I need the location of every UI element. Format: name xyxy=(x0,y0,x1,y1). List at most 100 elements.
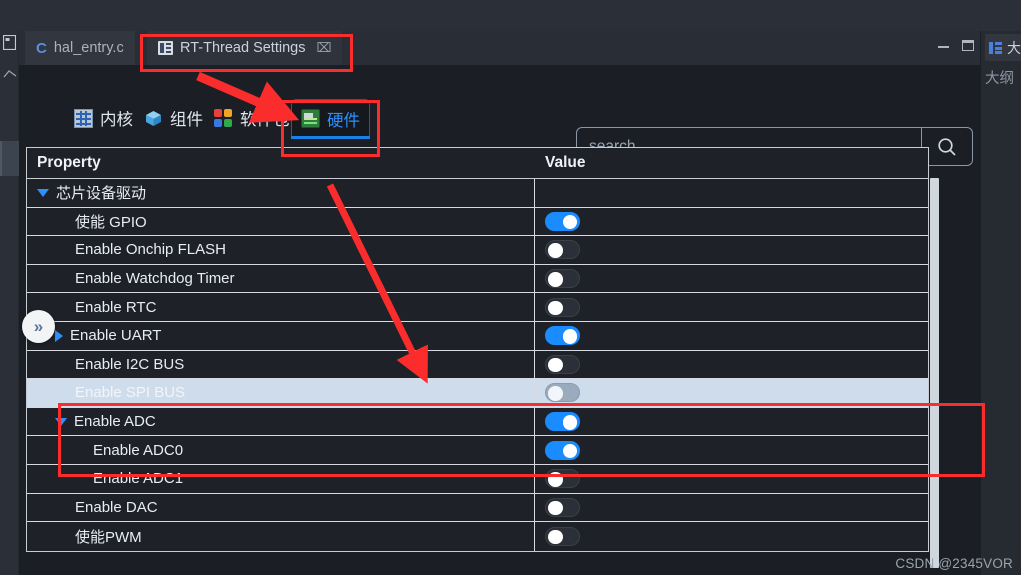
toggle-switch[interactable] xyxy=(545,441,580,460)
toggle-switch[interactable] xyxy=(545,269,580,288)
table-row[interactable]: Enable SPI BUS xyxy=(27,379,928,408)
outline-section-label: 大纲 xyxy=(985,67,1014,88)
value-cell xyxy=(535,379,928,407)
toolbar-tab-label: 内核 xyxy=(100,106,133,130)
table-row[interactable]: Enable ADC0 xyxy=(27,436,928,465)
column-header-value: Value xyxy=(535,154,928,172)
c-file-icon: C xyxy=(36,40,47,57)
property-label: Enable ADC1 xyxy=(93,470,183,487)
property-cell: Enable UART xyxy=(27,322,535,350)
value-cell xyxy=(535,494,928,522)
table-row[interactable]: 使能PWM xyxy=(27,522,928,551)
tab-label: hal_entry.c xyxy=(54,40,124,56)
table-row[interactable]: Enable UART xyxy=(27,322,928,351)
chevron-right-icon[interactable] xyxy=(55,330,63,342)
toggle-knob xyxy=(548,301,563,316)
table-row[interactable]: Enable DAC xyxy=(27,494,928,523)
property-label: Enable ADC xyxy=(74,413,156,430)
property-label: Enable Watchdog Timer xyxy=(75,270,235,287)
app-window: C hal_entry.c RT-Thread Settings ⌧ 大 大纲 … xyxy=(0,0,1021,575)
outline-tab[interactable]: 大 xyxy=(985,34,1021,61)
property-label: Enable ADC0 xyxy=(93,442,183,459)
chevron-down-icon[interactable] xyxy=(55,418,67,426)
property-cell: 芯片设备驱动 xyxy=(27,179,535,207)
project-explorer-icon[interactable] xyxy=(2,33,17,51)
toggle-switch[interactable] xyxy=(545,498,580,517)
expand-panel-button[interactable]: » xyxy=(22,310,55,343)
hardware-board-icon xyxy=(301,109,320,128)
property-label: Enable UART xyxy=(70,327,161,344)
toggle-switch[interactable] xyxy=(545,412,580,431)
close-icon[interactable]: ⌧ xyxy=(316,40,331,56)
toggle-knob xyxy=(548,530,563,545)
value-cell xyxy=(535,522,928,551)
rail-chevron-icon[interactable] xyxy=(3,67,17,79)
toggle-switch[interactable] xyxy=(545,527,580,546)
outline-tab-label: 大 xyxy=(1007,38,1021,58)
table-row[interactable]: 芯片设备驱动 xyxy=(27,179,928,208)
rt-thread-settings-editor: 内核 组件 软件包 硬件 xyxy=(19,65,980,575)
toggle-knob xyxy=(548,272,563,287)
minimize-button[interactable] xyxy=(938,40,951,51)
toggle-switch[interactable] xyxy=(545,326,580,345)
table-row[interactable]: Enable ADC xyxy=(27,408,928,437)
toggle-switch[interactable] xyxy=(545,355,580,374)
toggle-knob xyxy=(548,243,563,258)
table-body: 芯片设备驱动使能 GPIO Enable Onchip FLASH Enable W… xyxy=(27,179,928,551)
toggle-switch[interactable] xyxy=(545,298,580,317)
property-cell: Enable DAC xyxy=(27,494,535,522)
value-cell xyxy=(535,208,928,236)
property-label: Enable RTC xyxy=(75,299,156,316)
outline-panel: 大 大纲 xyxy=(980,31,1021,575)
table-vertical-scrollbar[interactable] xyxy=(930,178,939,568)
chevron-down-icon[interactable] xyxy=(37,189,49,197)
toggle-knob xyxy=(563,444,578,459)
toggle-switch[interactable] xyxy=(545,469,580,488)
toggle-knob xyxy=(548,386,563,401)
table-row[interactable]: Enable Onchip FLASH xyxy=(27,236,928,265)
toggle-knob xyxy=(548,501,563,516)
toggle-switch[interactable] xyxy=(545,212,580,231)
property-label: Enable I2C BUS xyxy=(75,356,184,373)
window-top-strip xyxy=(0,0,1021,31)
table-row[interactable]: Enable RTC xyxy=(27,293,928,322)
toggle-switch[interactable] xyxy=(545,383,580,402)
property-label: 使能PWM xyxy=(75,526,142,547)
toggle-switch[interactable] xyxy=(545,240,580,259)
value-cell xyxy=(535,408,928,436)
table-row[interactable]: 使能 GPIO xyxy=(27,208,928,237)
toolbar-tab-kernel[interactable]: 内核 xyxy=(69,99,138,137)
value-cell xyxy=(535,436,928,464)
tab-rt-thread-settings[interactable]: RT-Thread Settings ⌧ xyxy=(147,31,342,65)
table-row[interactable]: Enable I2C BUS xyxy=(27,351,928,380)
property-cell: Enable Watchdog Timer xyxy=(27,265,535,293)
property-label: 使能 GPIO xyxy=(75,211,147,232)
editor-tab-bar: C hal_entry.c RT-Thread Settings ⌧ xyxy=(19,31,1021,65)
activity-bar-selected-item[interactable] xyxy=(0,141,19,176)
property-cell: Enable SPI BUS xyxy=(27,379,535,407)
property-cell: Enable ADC0 xyxy=(27,436,535,464)
toggle-knob xyxy=(548,358,563,373)
toolbar-tab-label: 组件 xyxy=(170,106,203,130)
property-table: Property Value 芯片设备驱动使能 GPIO Enable Onchi… xyxy=(26,147,929,552)
value-cell xyxy=(535,351,928,379)
settings-toolbar: 内核 组件 软件包 硬件 xyxy=(19,91,980,145)
tab-hal-entry-c[interactable]: C hal_entry.c xyxy=(25,31,135,65)
value-cell xyxy=(535,265,928,293)
property-cell: Enable RTC xyxy=(27,293,535,321)
table-row[interactable]: Enable Watchdog Timer xyxy=(27,265,928,294)
table-row[interactable]: Enable ADC1 xyxy=(27,465,928,494)
value-cell xyxy=(535,322,928,350)
property-cell: Enable I2C BUS xyxy=(27,351,535,379)
property-label: Enable DAC xyxy=(75,499,158,516)
column-header-property: Property xyxy=(27,154,535,172)
maximize-button[interactable] xyxy=(962,40,974,51)
toolbar-tab-components[interactable]: 组件 xyxy=(139,99,208,137)
settings-file-icon xyxy=(158,41,173,55)
tab-label: RT-Thread Settings xyxy=(180,40,305,56)
toggle-knob xyxy=(563,215,578,230)
toolbar-tab-packages[interactable]: 软件包 xyxy=(209,99,295,137)
property-cell: 使能 GPIO xyxy=(27,208,535,236)
toolbar-tab-hardware[interactable]: 硬件 xyxy=(291,99,370,137)
table-header-row: Property Value xyxy=(27,148,928,179)
